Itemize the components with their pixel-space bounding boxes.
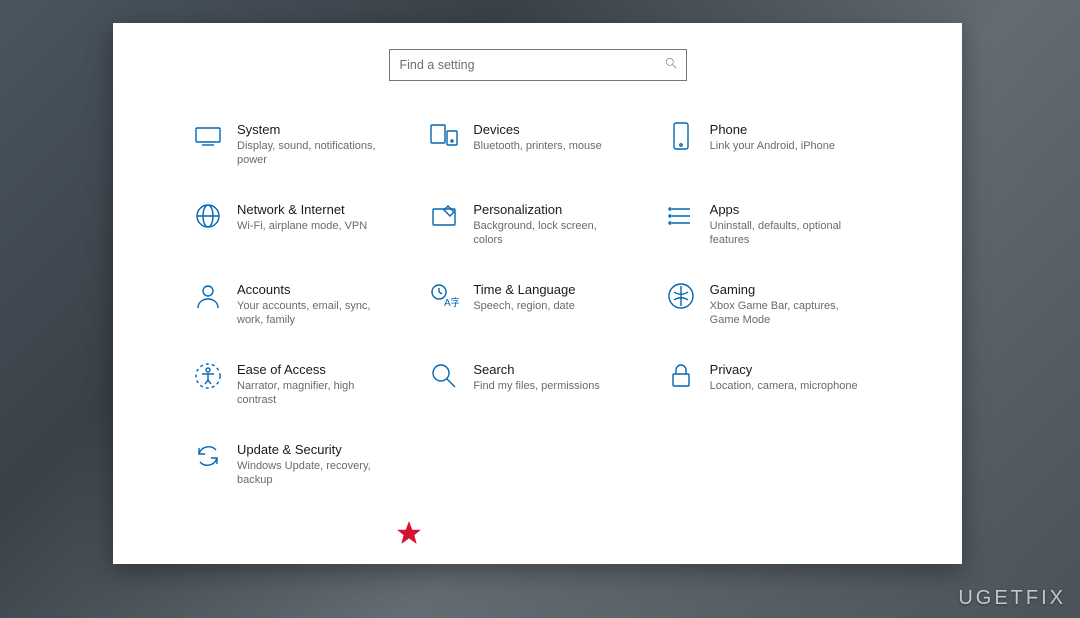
tile-desc: Display, sound, notifications, power (237, 139, 392, 167)
search-box[interactable] (389, 49, 687, 81)
system-icon (193, 121, 223, 151)
tile-title: Update & Security (237, 441, 392, 458)
gaming-icon (666, 281, 696, 311)
globe-icon (193, 201, 223, 231)
tile-desc: Background, lock screen, colors (473, 219, 628, 247)
lock-icon (666, 361, 696, 391)
tile-title: Ease of Access (237, 361, 392, 378)
tile-title: Apps (710, 201, 865, 218)
tile-search[interactable]: Search Find my files, permissions (429, 361, 649, 407)
tile-ease-of-access[interactable]: Ease of Access Narrator, magnifier, high… (193, 361, 413, 407)
tile-devices[interactable]: Devices Bluetooth, printers, mouse (429, 121, 649, 167)
tile-phone[interactable]: Phone Link your Android, iPhone (666, 121, 886, 167)
tile-privacy[interactable]: Privacy Location, camera, microphone (666, 361, 886, 407)
tile-title: Time & Language (473, 281, 575, 298)
tile-personalization[interactable]: Personalization Background, lock screen,… (429, 201, 649, 247)
tile-title: Search (473, 361, 600, 378)
tile-desc: Speech, region, date (473, 299, 575, 313)
tile-gaming[interactable]: Gaming Xbox Game Bar, captures, Game Mod… (666, 281, 886, 327)
ease-of-access-icon (193, 361, 223, 391)
tile-title: Personalization (473, 201, 628, 218)
svg-text:A字: A字 (444, 296, 459, 309)
tile-title: Accounts (237, 281, 392, 298)
tile-desc: Uninstall, defaults, optional features (710, 219, 865, 247)
devices-icon (429, 121, 459, 151)
personalization-icon (429, 201, 459, 231)
update-icon (193, 441, 223, 471)
magnifier-icon (429, 361, 459, 391)
star-annotation (396, 520, 422, 546)
settings-grid: System Display, sound, notifications, po… (113, 81, 962, 487)
tile-update-security[interactable]: Update & Security Windows Update, recove… (193, 441, 413, 487)
tile-apps[interactable]: Apps Uninstall, defaults, optional featu… (666, 201, 886, 247)
tile-network[interactable]: Network & Internet Wi-Fi, airplane mode,… (193, 201, 413, 247)
tile-desc: Narrator, magnifier, high contrast (237, 379, 392, 407)
search-row (113, 23, 962, 81)
tile-desc: Wi-Fi, airplane mode, VPN (237, 219, 367, 233)
time-language-icon: A字 (429, 281, 459, 311)
tile-desc: Your accounts, email, sync, work, family (237, 299, 392, 327)
tile-title: Gaming (710, 281, 865, 298)
tile-title: Devices (473, 121, 601, 138)
tile-system[interactable]: System Display, sound, notifications, po… (193, 121, 413, 167)
search-input[interactable] (398, 57, 642, 73)
tile-desc: Xbox Game Bar, captures, Game Mode (710, 299, 865, 327)
tile-desc: Link your Android, iPhone (710, 139, 835, 153)
tile-title: System (237, 121, 392, 138)
tile-desc: Find my files, permissions (473, 379, 600, 393)
accounts-icon (193, 281, 223, 311)
tile-title: Privacy (710, 361, 858, 378)
phone-icon (666, 121, 696, 151)
apps-icon (666, 201, 696, 231)
tile-time-language[interactable]: A字 Time & Language Speech, region, date (429, 281, 649, 327)
tile-title: Network & Internet (237, 201, 367, 218)
watermark: UGETFIX (958, 587, 1066, 610)
tile-desc: Bluetooth, printers, mouse (473, 139, 601, 153)
tile-accounts[interactable]: Accounts Your accounts, email, sync, wor… (193, 281, 413, 327)
tile-desc: Windows Update, recovery, backup (237, 459, 392, 487)
tile-title: Phone (710, 121, 835, 138)
tile-desc: Location, camera, microphone (710, 379, 858, 393)
settings-panel: System Display, sound, notifications, po… (113, 23, 962, 564)
search-icon (664, 56, 678, 75)
